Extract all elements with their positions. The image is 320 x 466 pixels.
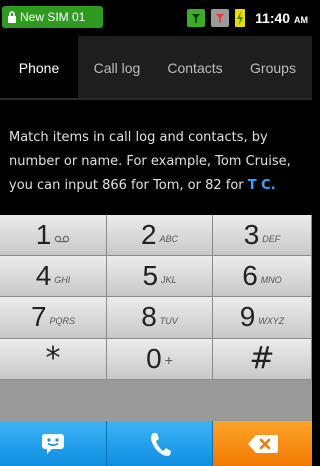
signal-icon xyxy=(187,9,206,27)
key-digit: 4 xyxy=(35,260,52,292)
key-0[interactable]: 0 + xyxy=(107,338,213,380)
key-digit: 0 xyxy=(146,342,162,374)
key-hash[interactable]: # xyxy=(213,338,312,380)
key-letters: + xyxy=(164,351,173,368)
message-icon xyxy=(42,433,64,454)
clock-time: 11:40 xyxy=(255,10,291,26)
key-digit: 8 xyxy=(141,301,157,333)
hint-highlight: T C. xyxy=(247,178,276,193)
key-letters: DEF xyxy=(262,234,281,245)
key-digit: 1 xyxy=(35,219,52,251)
key-letters: WXYZ xyxy=(258,316,285,327)
clock: 11:40 AM xyxy=(255,10,308,26)
action-bar xyxy=(0,421,312,466)
tab-phone[interactable]: Phone xyxy=(0,36,78,100)
key-digit: 5 xyxy=(142,260,159,292)
tab-groups[interactable]: Groups xyxy=(234,36,312,100)
sim-badge: New SIM 01 xyxy=(2,6,103,28)
key-letters: PQRS xyxy=(49,316,76,327)
key-1[interactable]: 1 xyxy=(0,215,107,257)
lock-icon xyxy=(8,11,16,23)
status-icons: 11:40 AM xyxy=(187,8,308,28)
key-digit: # xyxy=(249,340,275,376)
tab-bar: Phone Call log Contacts Groups xyxy=(0,36,312,100)
signal-icon-gray xyxy=(211,9,230,27)
tab-call-log[interactable]: Call log xyxy=(78,36,156,100)
search-hint: Match items in call log and contacts, by… xyxy=(0,100,312,215)
key-2[interactable]: 2 ABC xyxy=(107,215,213,257)
key-7[interactable]: 7 PQRS xyxy=(0,297,107,339)
sim-label: New SIM 01 xyxy=(20,10,86,24)
key-digit: 6 xyxy=(242,260,258,292)
key-star[interactable]: * xyxy=(0,338,107,380)
key-letters: TUV xyxy=(159,316,178,327)
backspace-icon xyxy=(247,434,278,453)
key-letters: GHI xyxy=(54,275,71,286)
key-4[interactable]: 4 GHI xyxy=(0,256,107,298)
key-6[interactable]: 6 MNO xyxy=(213,256,312,298)
key-letters: ABC xyxy=(159,234,179,245)
clock-ampm: AM xyxy=(294,15,308,25)
voicemail-icon xyxy=(55,235,70,243)
tab-contacts[interactable]: Contacts xyxy=(156,36,234,100)
key-digit: 3 xyxy=(243,219,260,251)
key-digit: * xyxy=(45,340,61,376)
battery-icon xyxy=(235,9,246,27)
key-letters: JKL xyxy=(161,275,177,286)
key-letters: MNO xyxy=(260,275,282,286)
key-digit: 2 xyxy=(140,219,157,251)
dial-keypad: 1 2 ABC 3 DEF 4 GHI 5 JKL 6 MNO 7 PQRS 8 TUV 9W… xyxy=(0,215,312,421)
status-bar: New SIM 01 11:40 AM xyxy=(0,0,312,36)
key-digit: 7 xyxy=(30,301,47,333)
key-3[interactable]: 3 DEF xyxy=(213,215,312,257)
call-button[interactable] xyxy=(107,421,213,466)
key-9[interactable]: 9 WXYZ xyxy=(213,297,312,339)
message-button[interactable] xyxy=(0,421,107,466)
phone-icon xyxy=(150,432,171,456)
key-digit: 9 xyxy=(239,301,256,333)
key-5[interactable]: 5 JKL xyxy=(107,256,213,298)
key-8[interactable]: 8 TUV xyxy=(107,297,213,339)
delete-button[interactable] xyxy=(213,421,312,466)
